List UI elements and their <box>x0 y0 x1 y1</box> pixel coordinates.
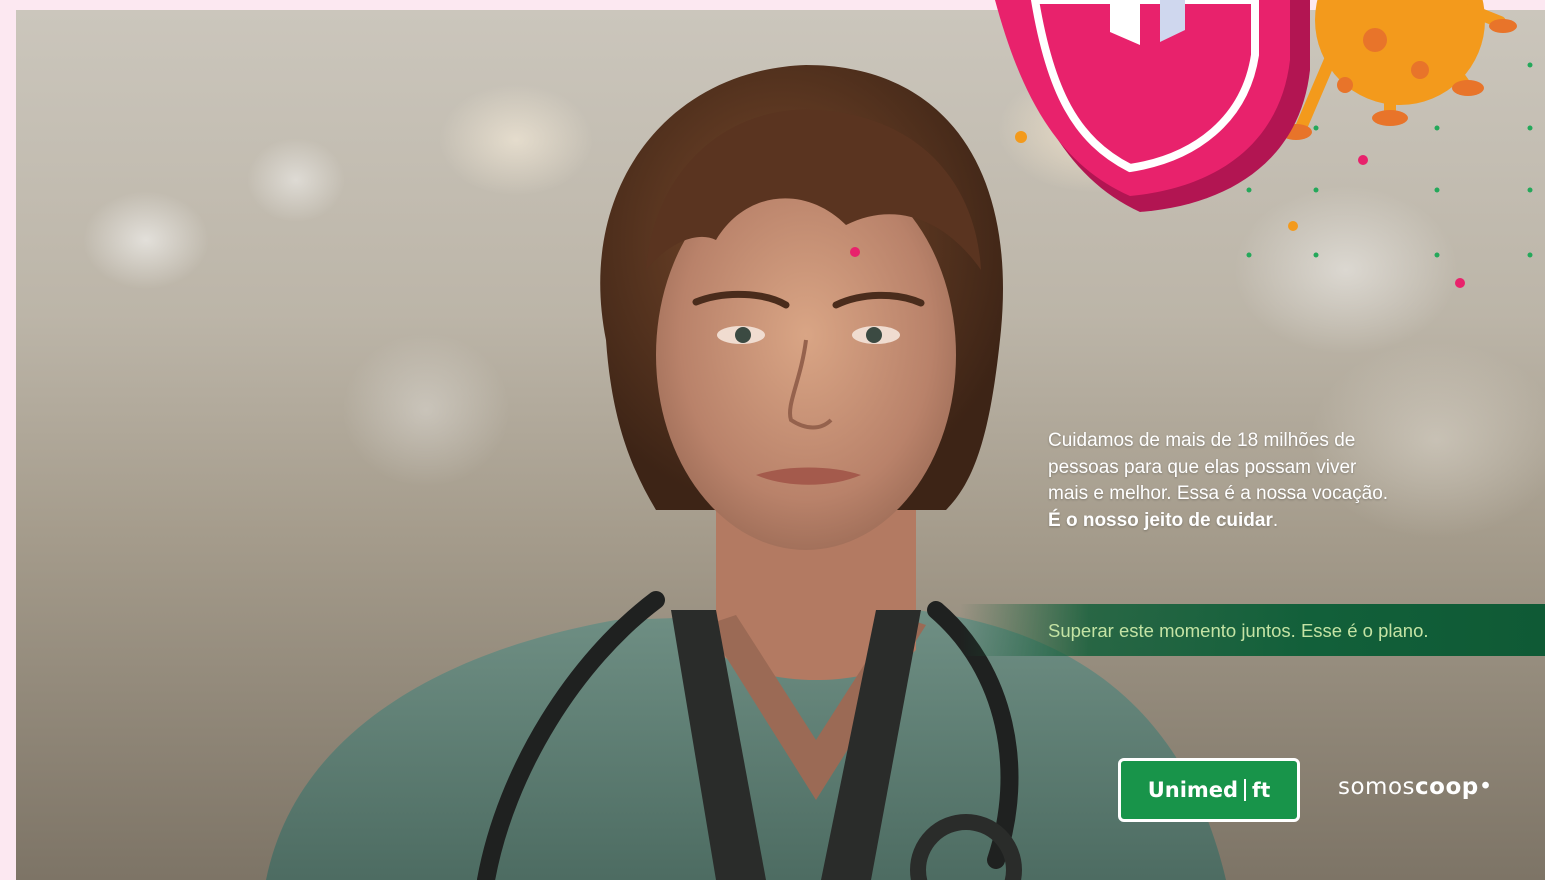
ad-copy: Cuidamos de mais de 18 milhões de pessoa… <box>1048 428 1518 534</box>
unimed-logo-brand: Unimed <box>1147 778 1239 802</box>
somoscoop-dot: • <box>1478 774 1493 800</box>
copy-line-1: Cuidamos de mais de 18 milhões de <box>1048 430 1356 451</box>
somoscoop-logo: somoscoop• <box>1338 774 1493 800</box>
somoscoop-light: somos <box>1338 774 1416 800</box>
somoscoop-bold: coop <box>1415 774 1479 800</box>
copy-line-3: mais e melhor. Essa é a nossa vocação. <box>1048 483 1389 504</box>
copy-line-4: É o nosso jeito de cuidar. <box>1048 508 1518 535</box>
copy-line-4-end: . <box>1272 509 1279 531</box>
copy-line-4-bold: É o nosso jeito de cuidar <box>1048 509 1273 531</box>
unimed-logo: Unimed ft <box>1118 758 1300 822</box>
unimed-logo-separator <box>1244 779 1247 801</box>
copy-line-2: pessoas para que elas possam viver <box>1048 456 1357 478</box>
tagline: Superar este momento juntos. Esse é o pl… <box>1048 620 1429 641</box>
unimed-logo-mark: ft <box>1252 778 1271 802</box>
